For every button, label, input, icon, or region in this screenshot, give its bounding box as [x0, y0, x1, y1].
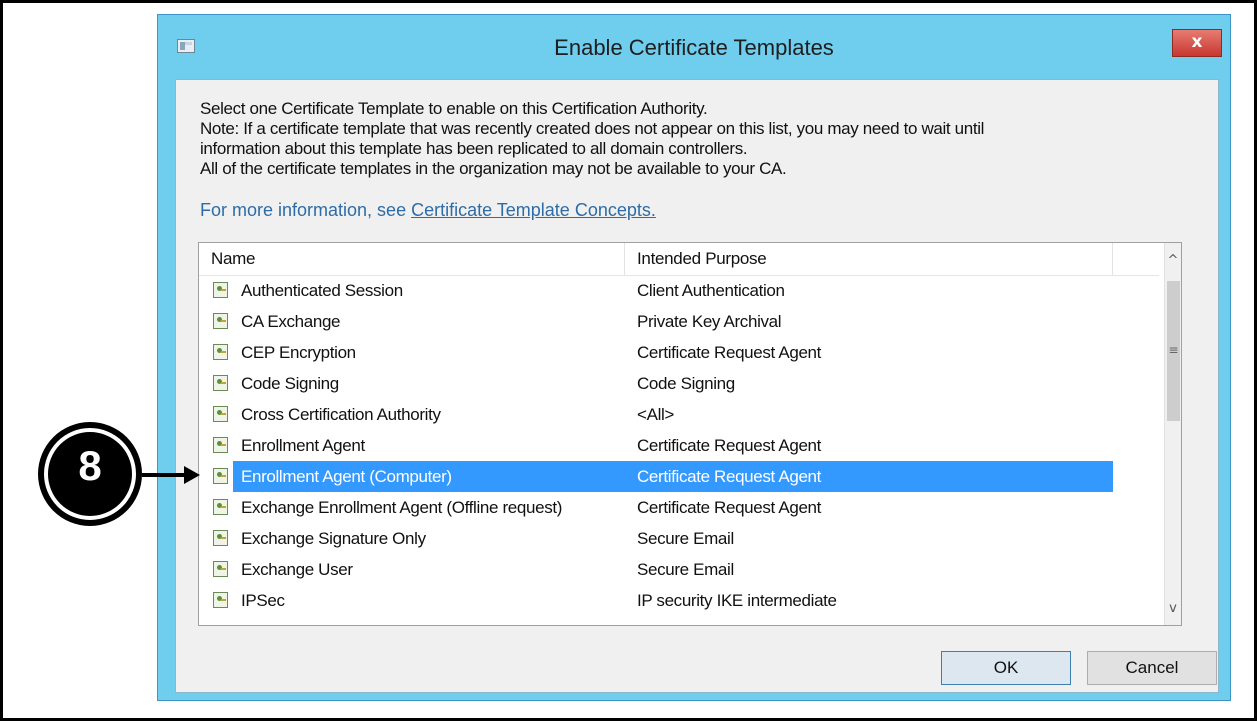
description-line: All of the certificate templates in the …	[200, 159, 787, 178]
description-line: Note: If a certificate template that was…	[200, 119, 985, 138]
template-row[interactable]: IPSec IP security IKE intermediate	[199, 585, 1159, 616]
dialog-window: Enable Certificate Templates x Select on…	[157, 14, 1231, 701]
list-header: Name Intended Purpose	[199, 243, 1159, 276]
column-header-intended-purpose[interactable]: Intended Purpose	[625, 243, 1113, 275]
certificate-template-icon	[213, 592, 228, 608]
template-row[interactable]: Exchange Enrollment Agent (Offline reque…	[199, 492, 1159, 523]
template-name: CA Exchange	[241, 312, 341, 331]
template-row[interactable]: Authenticated Session Client Authenticati…	[199, 275, 1159, 306]
template-name: IPSec	[241, 591, 285, 610]
callout-arrow-icon	[184, 466, 200, 484]
certificate-template-icon	[213, 468, 228, 484]
template-name: Exchange Enrollment Agent (Offline reque…	[241, 498, 563, 517]
template-row[interactable]: Cross Certification Authority <All>	[199, 399, 1159, 430]
template-name: Enrollment Agent (Computer)	[241, 467, 452, 486]
template-purpose: Certificate Request Agent	[637, 467, 822, 486]
template-purpose: Private Key Archival	[637, 312, 782, 331]
certificate-template-icon	[213, 344, 228, 360]
template-name: Exchange Signature Only	[241, 529, 426, 548]
certificate-template-icon	[213, 437, 228, 453]
scroll-up-arrow-icon[interactable]: ^	[1165, 249, 1181, 273]
template-name: Authenticated Session	[241, 281, 403, 300]
certificate-template-concepts-link[interactable]: Certificate Template Concepts.	[411, 200, 656, 220]
scroll-grip-icon: ≡	[1168, 343, 1179, 357]
template-row[interactable]: Enrollment Agent (Computer) Certificate R…	[199, 461, 1159, 492]
certificate-template-icon	[213, 313, 228, 329]
template-row[interactable]: CA Exchange Private Key Archival	[199, 306, 1159, 337]
description-line: information about this template has been…	[200, 139, 748, 158]
certificate-template-icon	[213, 406, 228, 422]
certificate-template-icon	[213, 499, 228, 515]
scroll-down-arrow-icon[interactable]: v	[1165, 597, 1181, 621]
certificate-template-icon	[213, 282, 228, 298]
callout-arrow-line	[142, 473, 186, 477]
template-purpose: IP security IKE intermediate	[637, 591, 837, 610]
step-callout-badge: 8	[38, 422, 142, 526]
template-row[interactable]: Code Signing Code Signing	[199, 368, 1159, 399]
ok-button[interactable]: OK	[941, 651, 1071, 685]
dialog-client-area: Select one Certificate Template to enabl…	[175, 79, 1219, 693]
callout-number: 8	[78, 442, 102, 489]
more-info-prefix: For more information, see	[200, 200, 412, 220]
template-purpose: Code Signing	[637, 374, 735, 393]
template-name: Enrollment Agent	[241, 436, 365, 455]
certificate-templates-list[interactable]: Name Intended Purpose Authenticated Sess…	[198, 242, 1182, 626]
vertical-scrollbar[interactable]: ^ ≡ v	[1164, 243, 1181, 625]
template-name: Code Signing	[241, 374, 339, 393]
template-row[interactable]: Enrollment Agent Certificate Request Agen…	[199, 430, 1159, 461]
template-purpose: Certificate Request Agent	[637, 498, 822, 517]
certificate-template-icon	[213, 530, 228, 546]
template-name: Exchange User	[241, 560, 353, 579]
title-bar[interactable]: Enable Certificate Templates x	[158, 15, 1230, 79]
close-button[interactable]: x	[1172, 29, 1222, 57]
template-name: Cross Certification Authority	[241, 405, 441, 424]
dialog-title: Enable Certificate Templates	[554, 35, 834, 60]
description-text: Select one Certificate Template to enabl…	[200, 99, 984, 179]
template-row[interactable]: Exchange User Secure Email	[199, 554, 1159, 585]
template-row[interactable]: CEP Encryption Certificate Request Agent	[199, 337, 1159, 368]
template-purpose: Secure Email	[637, 560, 734, 579]
template-purpose: Certificate Request Agent	[637, 436, 822, 455]
cancel-button[interactable]: Cancel	[1087, 651, 1217, 685]
template-purpose: <All>	[637, 405, 674, 424]
template-row[interactable]: Exchange Signature Only Secure Email	[199, 523, 1159, 554]
template-purpose: Client Authentication	[637, 281, 785, 300]
template-purpose: Secure Email	[637, 529, 734, 548]
template-purpose: Certificate Request Agent	[637, 343, 822, 362]
list-rows: Authenticated Session Client Authenticati…	[199, 275, 1159, 616]
description-line: Select one Certificate Template to enabl…	[200, 99, 708, 118]
certificate-template-icon	[213, 375, 228, 391]
certificate-template-icon	[213, 561, 228, 577]
column-header-name[interactable]: Name	[199, 243, 625, 275]
scroll-thumb[interactable]: ≡	[1167, 281, 1180, 421]
template-name: CEP Encryption	[241, 343, 356, 362]
more-info-text: For more information, see Certificate Te…	[200, 200, 656, 221]
